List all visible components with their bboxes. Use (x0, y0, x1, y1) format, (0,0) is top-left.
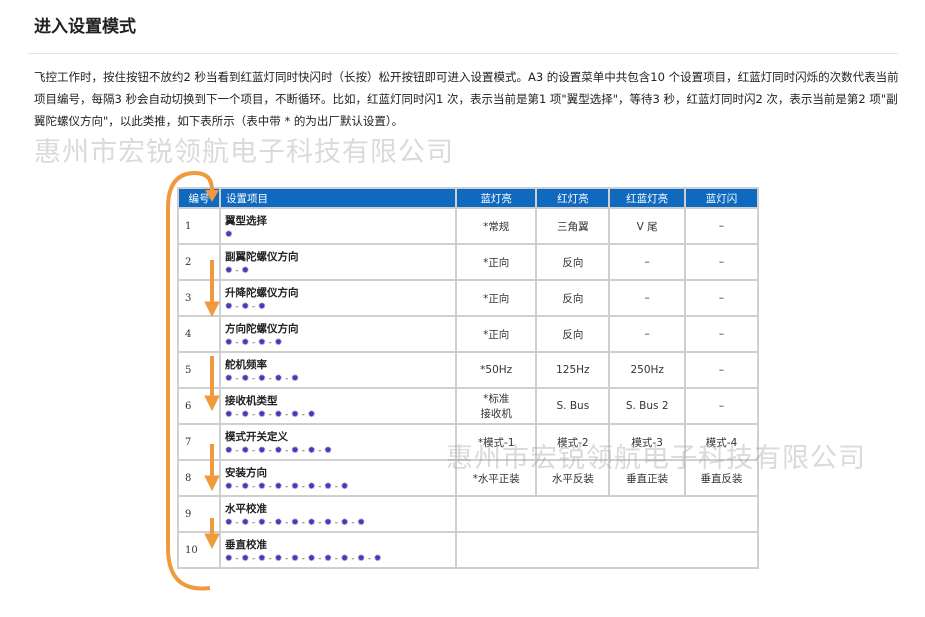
setting-name: 模式开关定义 (225, 430, 288, 443)
setting-item: 垂直校准 ✹ - ✹ - ✹ - ✹ - ✹ - ✹ - ✹ - ✹ - ✹ - … (221, 533, 455, 567)
setting-item: 模式开关定义 ✹ - ✹ - ✹ - ✹ - ✹ - ✹ - ✹ (221, 425, 455, 459)
blink-pattern: ✹ - ✹ - ✹ (225, 301, 266, 312)
setting-item: 安装方向 ✹ - ✹ - ✹ - ✹ - ✹ - ✹ - ✹ - ✹ (221, 461, 455, 495)
blink-pattern: ✹ - ✹ - ✹ - ✹ (225, 337, 283, 348)
page-title: 进入设置模式 (34, 17, 136, 37)
settings-table: 编号 设置项目 蓝灯亮 红灯亮 红蓝灯亮 蓝灯闪 1 翼型选择 ✹ *常规 三角翼 V 尾… (177, 187, 759, 569)
setting-name: 接收机类型 (225, 394, 278, 407)
down-arrow-icon (204, 518, 220, 550)
setting-item: 副翼陀螺仪方向 ✹ - ✹ (221, 245, 455, 279)
blink-pattern: ✹ - ✹ - ✹ - ✹ - ✹ - ✹ - ✹ - ✹ (225, 481, 349, 492)
blink-pattern: ✹ - ✹ - ✹ - ✹ - ✹ - ✹ - ✹ - ✹ - ✹ (225, 517, 365, 528)
down-arrow-icon (204, 260, 220, 318)
setting-name: 垂直校准 (225, 538, 267, 551)
setting-name: 升降陀螺仪方向 (225, 286, 299, 299)
header-blue-blink: 蓝灯闪 (686, 189, 757, 207)
option-cell: V 尾 (610, 209, 685, 243)
loop-arrow-path (166, 170, 214, 591)
blink-pattern: ✹ (225, 229, 233, 240)
blink-pattern: ✹ - ✹ - ✹ - ✹ - ✹ (225, 373, 299, 384)
setting-name: 翼型选择 (225, 214, 267, 227)
option-cell: *50Hz (457, 353, 536, 387)
down-arrow-icon (204, 444, 220, 492)
option-cell: – (610, 245, 685, 279)
option-cell: 250Hz (610, 353, 685, 387)
flow-arrows (166, 170, 220, 591)
option-cell: – (610, 317, 685, 351)
header-blue-on: 蓝灯亮 (457, 189, 536, 207)
table-row: 9 水平校准 ✹ - ✹ - ✹ - ✹ - ✹ - ✹ - ✹ - ✹ - ✹ (179, 497, 757, 531)
option-cell: – (686, 209, 757, 243)
watermark-top: 惠州市宏锐领航电子科技有限公司 (34, 137, 454, 168)
option-cell: – (610, 281, 685, 315)
option-cell: – (686, 353, 757, 387)
intro-paragraph: 飞控工作时，按住按钮不放约2 秒当看到红蓝灯同时快闪时（长按）松开按钮即可进入设… (34, 70, 899, 128)
blink-pattern: ✹ - ✹ - ✹ - ✹ - ✹ - ✹ (225, 409, 316, 420)
option-cell: 反向 (537, 317, 609, 351)
blink-pattern: ✹ - ✹ - ✹ - ✹ - ✹ - ✹ - ✹ (225, 445, 332, 456)
loop-arrow-head (205, 190, 219, 202)
option-cell: *正向 (457, 245, 536, 279)
option-cell: 反向 (537, 245, 609, 279)
setting-name: 舵机频率 (225, 358, 267, 371)
option-cell: *正向 (457, 317, 536, 351)
setting-name: 水平校准 (225, 502, 267, 515)
option-cell: – (686, 281, 757, 315)
option-cell: 反向 (537, 281, 609, 315)
header-item: 设置项目 (221, 189, 455, 207)
setting-item: 舵机频率 ✹ - ✹ - ✹ - ✹ - ✹ (221, 353, 455, 387)
option-cell: – (686, 317, 757, 351)
option-cell: – (686, 389, 757, 423)
setting-item: 水平校准 ✹ - ✹ - ✹ - ✹ - ✹ - ✹ - ✹ - ✹ - ✹ (221, 497, 455, 531)
setting-item: 翼型选择 ✹ (221, 209, 455, 243)
blink-pattern: ✹ - ✹ (225, 265, 250, 276)
blink-pattern: ✹ - ✹ - ✹ - ✹ - ✹ - ✹ - ✹ - ✹ - ✹ - ✹ (225, 553, 382, 564)
setting-item: 方向陀螺仪方向 ✹ - ✹ - ✹ - ✹ (221, 317, 455, 351)
setting-name: 安装方向 (225, 466, 267, 479)
setting-item: 接收机类型 ✹ - ✹ - ✹ - ✹ - ✹ - ✹ (221, 389, 455, 423)
option-cell: S. Bus 2 (610, 389, 685, 423)
table-header-row: 编号 设置项目 蓝灯亮 红灯亮 红蓝灯亮 蓝灯闪 (179, 189, 757, 207)
option-cell: – (686, 245, 757, 279)
table-row: 5 舵机频率 ✹ - ✹ - ✹ - ✹ - ✹ *50Hz 125Hz 250Hz – (179, 353, 757, 387)
option-cell: *标准 接收机 (457, 389, 536, 423)
option-cell: S. Bus (537, 389, 609, 423)
setting-item: 升降陀螺仪方向 ✹ - ✹ - ✹ (221, 281, 455, 315)
table-row: 1 翼型选择 ✹ *常规 三角翼 V 尾 – (179, 209, 757, 243)
setting-name: 副翼陀螺仪方向 (225, 250, 299, 263)
setting-name: 方向陀螺仪方向 (225, 322, 299, 335)
table-row: 4 方向陀螺仪方向 ✹ - ✹ - ✹ - ✹ *正向 反向 – – (179, 317, 757, 351)
option-cell: 三角翼 (537, 209, 609, 243)
header-both-on: 红蓝灯亮 (610, 189, 685, 207)
down-arrow-icon (204, 356, 220, 412)
option-cell: *正向 (457, 281, 536, 315)
empty-options-cell (457, 533, 757, 567)
table-row: 2 副翼陀螺仪方向 ✹ - ✹ *正向 反向 – – (179, 245, 757, 279)
header-red-on: 红灯亮 (537, 189, 609, 207)
watermark-table: 惠州市宏锐领航电子科技有限公司 (446, 443, 866, 474)
title-divider (28, 53, 898, 54)
option-cell: 125Hz (537, 353, 609, 387)
empty-options-cell (457, 497, 757, 531)
table-row: 6 接收机类型 ✹ - ✹ - ✹ - ✹ - ✹ - ✹ *标准 接收机 S. Bus… (179, 389, 757, 423)
table-row: 3 升降陀螺仪方向 ✹ - ✹ - ✹ *正向 反向 – – (179, 281, 757, 315)
option-cell: *常规 (457, 209, 536, 243)
table-row: 10 垂直校准 ✹ - ✹ - ✹ - ✹ - ✹ - ✹ - ✹ - ✹ - ✹ … (179, 533, 757, 567)
